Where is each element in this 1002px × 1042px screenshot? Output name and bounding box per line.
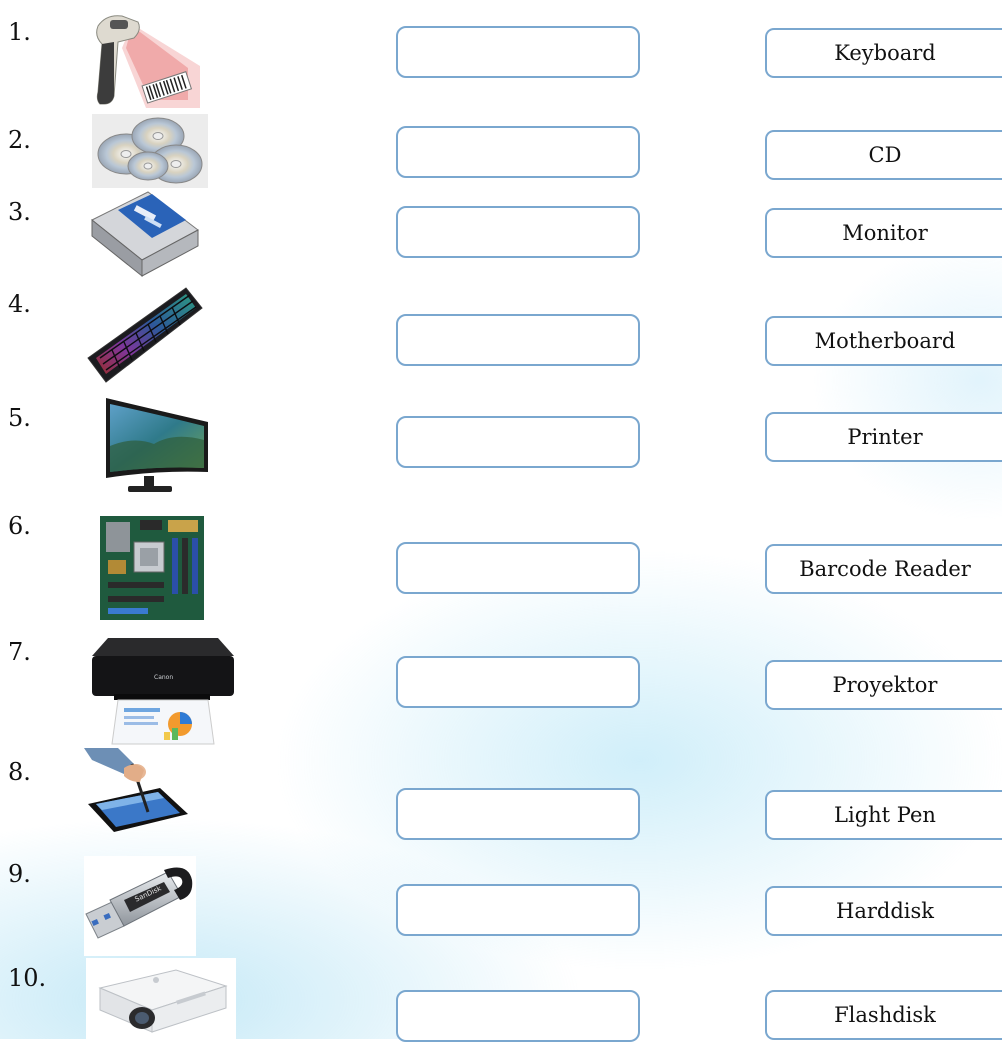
answer-box-9[interactable]: [396, 884, 640, 936]
label-text: Barcode Reader: [799, 557, 971, 581]
label-text: Light Pen: [834, 803, 936, 827]
item-number: 3.: [8, 198, 31, 226]
harddisk-icon: [88, 190, 202, 278]
label-card-keyboard[interactable]: Keyboard: [765, 28, 1002, 78]
monitor-icon: [104, 396, 210, 496]
projector-icon: [86, 958, 236, 1039]
label-text: Keyboard: [834, 41, 936, 65]
label-card-monitor[interactable]: Monitor: [765, 208, 1002, 258]
printer-brand-text: Canon: [154, 674, 174, 681]
label-text: Flashdisk: [834, 1003, 936, 1027]
answer-box-2[interactable]: [396, 126, 640, 178]
label-card-cd[interactable]: CD: [765, 130, 1002, 180]
flashdisk-icon: SanDisk: [84, 856, 196, 956]
answer-box-7[interactable]: [396, 656, 640, 708]
item-number: 8.: [8, 758, 31, 786]
barcode-scanner-icon: [88, 8, 200, 110]
motherboard-icon: [100, 516, 204, 620]
answer-box-1[interactable]: [396, 26, 640, 78]
answer-box-6[interactable]: [396, 542, 640, 594]
label-card-harddisk[interactable]: Harddisk: [765, 886, 1002, 936]
keyboard-icon: [86, 286, 204, 384]
label-text: Proyektor: [832, 673, 938, 697]
label-card-proyektor[interactable]: Proyektor: [765, 660, 1002, 710]
label-card-light-pen[interactable]: Light Pen: [765, 790, 1002, 840]
printer-icon: Canon: [88, 636, 238, 746]
item-number: 5.: [8, 404, 31, 432]
answer-box-10[interactable]: [396, 990, 640, 1042]
label-text: Harddisk: [836, 899, 934, 923]
answer-box-3[interactable]: [396, 206, 640, 258]
label-card-motherboard[interactable]: Motherboard: [765, 316, 1002, 366]
cd-discs-icon: [92, 114, 208, 188]
item-number: 6.: [8, 512, 31, 540]
label-text: Motherboard: [814, 329, 956, 353]
label-card-printer[interactable]: Printer: [765, 412, 1002, 462]
answer-box-5[interactable]: [396, 416, 640, 468]
item-number: 1.: [8, 18, 31, 46]
answer-box-4[interactable]: [396, 314, 640, 366]
item-number: 7.: [8, 638, 31, 666]
item-number: 10.: [8, 964, 47, 992]
label-card-flashdisk[interactable]: Flashdisk: [765, 990, 1002, 1040]
item-number: 2.: [8, 126, 31, 154]
label-card-barcode-reader[interactable]: Barcode Reader: [765, 544, 1002, 594]
label-text: Printer: [847, 425, 923, 449]
item-number: 4.: [8, 290, 31, 318]
label-text: CD: [868, 143, 902, 167]
label-text: Monitor: [842, 221, 928, 245]
tablet-light-pen-icon: [84, 748, 190, 832]
item-number: 9.: [8, 860, 31, 888]
answer-box-8[interactable]: [396, 788, 640, 840]
